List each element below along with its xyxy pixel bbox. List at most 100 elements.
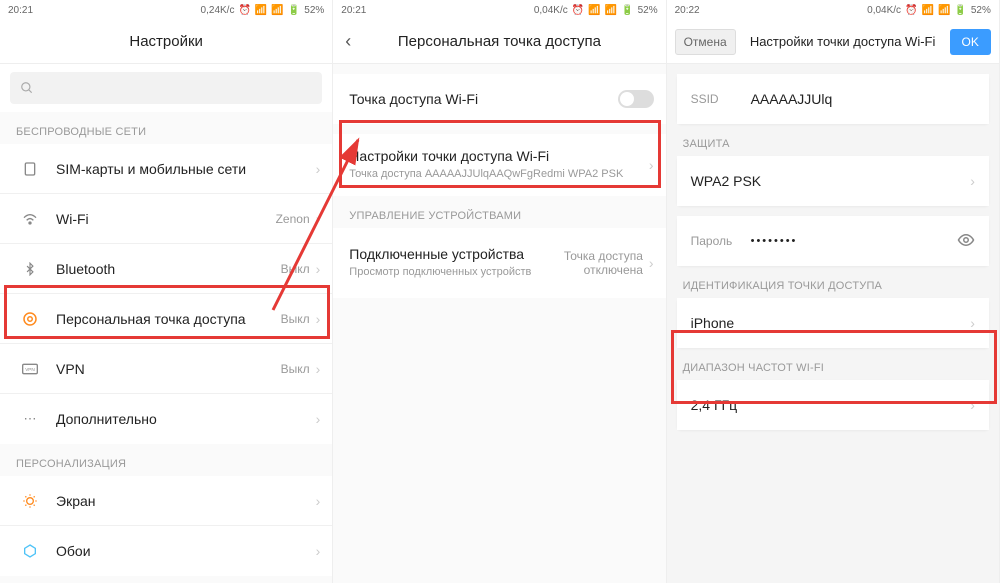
password-input[interactable]: •••••••• [751,235,957,247]
chevron-right-icon: › [316,261,321,277]
chevron-right-icon: › [970,173,975,189]
row-label: SIM-карты и мобильные сети [56,161,316,177]
battery-icon: 🔋 [621,5,633,16]
row-label: Экран [56,493,316,509]
row-vpn[interactable]: VPN VPN Выкл › [0,344,332,394]
chevron-right-icon: › [316,311,321,327]
chevron-right-icon: › [316,411,321,427]
panel-hotspot: 20:21 0,04K/c ⏰ 📶 📶 🔋 52% ‹ Персональная… [333,0,666,583]
panel-settings: 20:21 0,24K/c ⏰ 📶 📶 🔋 52% Настройки БЕСП… [0,0,333,583]
section-band: ДИАПАЗОН ЧАСТОТ WI-FI [667,348,999,380]
page-title: Настройки точки доступа Wi-Fi [742,34,944,49]
eye-icon[interactable] [957,231,975,252]
section-security: ЗАЩИТА [667,124,999,156]
row-label: Wi-Fi [56,211,276,227]
battery-icon: 🔋 [954,5,966,16]
panel-hotspot-settings: 20:22 0,04K/c ⏰ 📶 📶 🔋 52% Отмена Настрой… [667,0,1000,583]
header: Настройки [0,20,332,64]
row-label: Обои [56,543,316,559]
display-icon [16,493,44,509]
chevron-right-icon: › [316,211,321,227]
status-icons: 0,04K/c ⏰ 📶 📶 🔋 52% [534,5,658,16]
section-wireless: БЕСПРОВОДНЫЕ СЕТИ [0,112,332,144]
row-sim[interactable]: SIM-карты и мобильные сети › [0,144,332,194]
row-label: Точка доступа Wi-Fi [349,91,617,107]
status-time: 20:21 [341,5,366,16]
chevron-right-icon: › [316,161,321,177]
row-password[interactable]: Пароль •••••••• [677,216,989,266]
alarm-icon: ⏰ [238,5,250,16]
page-title: Настройки [129,33,203,50]
alarm-icon: ⏰ [905,5,917,16]
wallpaper-icon [16,543,44,559]
row-more[interactable]: ⋯ Дополнительно › [0,394,332,444]
hotspot-icon [16,310,44,328]
row-label: Подключенные устройства Просмотр подключ… [349,246,553,279]
row-label: Bluetooth [56,261,281,277]
signal-icon: 📶 [605,5,617,16]
row-wifi[interactable]: Wi-Fi Zenon › [0,194,332,244]
status-time: 20:22 [675,5,700,16]
row-hotspot-settings[interactable]: Настройки точки доступа Wi-Fi Точка дост… [333,134,665,196]
header: ‹ Персональная точка доступа [333,20,665,64]
row-value: Выкл [281,362,310,376]
back-button[interactable]: ‹ [345,20,351,63]
row-band[interactable]: 2,4 ГГц › [677,380,989,430]
row-label: Дополнительно [56,411,316,427]
status-time: 20:21 [8,5,33,16]
chevron-right-icon: › [970,397,975,413]
row-bluetooth[interactable]: Bluetooth Выкл › [0,244,332,294]
card-ssid: SSID AAAAAJJUlq [677,74,989,124]
vpn-icon: VPN [16,363,44,375]
row-wallpaper[interactable]: Обои › [0,526,332,576]
card-security: WPA2 PSK › [677,156,989,206]
wifi-icon [16,211,44,227]
search-input[interactable] [10,72,322,104]
cancel-button[interactable]: Отмена [675,29,736,55]
chevron-right-icon: › [649,255,654,271]
id-value: iPhone [691,315,971,331]
toggle-switch[interactable] [618,90,654,108]
wifi-icon: 📶 [588,5,600,16]
chevron-right-icon: › [316,493,321,509]
chevron-right-icon: › [649,157,654,173]
row-value: Выкл [281,312,310,326]
chevron-right-icon: › [316,543,321,559]
chevron-right-icon: › [970,315,975,331]
row-ssid[interactable]: SSID AAAAAJJUlq [677,74,989,124]
signal-icon: 📶 [271,5,283,16]
signal-icon: 📶 [938,5,950,16]
row-display[interactable]: Экран › [0,476,332,526]
row-connected-devices[interactable]: Подключенные устройства Просмотр подключ… [333,228,665,298]
ssid-input[interactable]: AAAAAJJUlq [751,91,975,107]
security-value: WPA2 PSK [691,173,971,189]
section-personalization: ПЕРСОНАЛИЗАЦИЯ [0,444,332,476]
search-container [0,64,332,112]
row-security[interactable]: WPA2 PSK › [677,156,989,206]
band-value: 2,4 ГГц [691,397,971,413]
status-icons: 0,24K/c ⏰ 📶 📶 🔋 52% [201,5,325,16]
alarm-icon: ⏰ [572,5,584,16]
status-bar: 20:22 0,04K/c ⏰ 📶 📶 🔋 52% [667,0,999,20]
row-label: Настройки точки доступа Wi-Fi Точка дост… [349,148,649,181]
row-id[interactable]: iPhone › [677,298,989,348]
header: Отмена Настройки точки доступа Wi-Fi OK [667,20,999,64]
status-bar: 20:21 0,04K/c ⏰ 📶 📶 🔋 52% [333,0,665,20]
ok-button[interactable]: OK [950,29,991,55]
row-hotspot-toggle[interactable]: Точка доступа Wi-Fi [333,74,665,124]
row-label: VPN [56,361,281,377]
row-label: Персональная точка доступа [56,311,281,327]
row-hotspot[interactable]: Персональная точка доступа Выкл › [0,294,332,344]
page-title: Персональная точка доступа [398,33,601,50]
bluetooth-icon [16,262,44,276]
wifi-icon: 📶 [255,5,267,16]
section-devices: УПРАВЛЕНИЕ УСТРОЙСТВАМИ [333,196,665,228]
row-value: Точка доступа отключена [553,249,643,277]
field-label: Пароль [691,234,751,248]
more-icon: ⋯ [16,411,44,427]
status-bar: 20:21 0,24K/c ⏰ 📶 📶 🔋 52% [0,0,332,20]
row-value: Выкл [281,262,310,276]
battery-icon: 🔋 [288,5,300,16]
status-icons: 0,04K/c ⏰ 📶 📶 🔋 52% [867,5,991,16]
field-label: SSID [691,92,751,106]
